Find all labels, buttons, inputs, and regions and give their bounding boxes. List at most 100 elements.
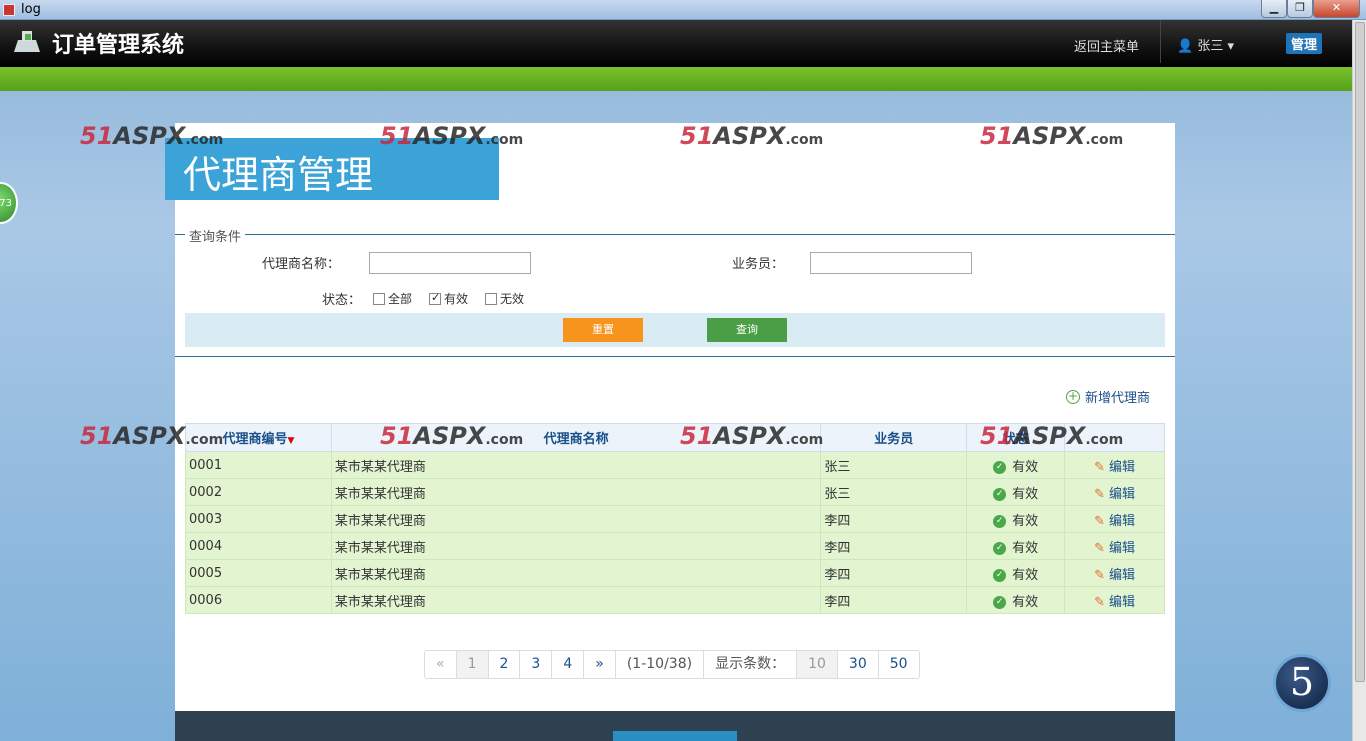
action-cell: ✎ 编辑 (1064, 505, 1165, 533)
status-cell: ✓ 有效 (966, 532, 1066, 560)
watermark: 51ASPX.com (980, 422, 1124, 450)
app-header: 订单管理系统 返回主菜单 👤 张三 ▾ 管理 (0, 20, 1352, 67)
watermark: 51ASPX.com (380, 122, 524, 150)
page-size-30-button[interactable]: 30 (838, 651, 879, 678)
caret-down-icon: ▾ (1227, 39, 1235, 54)
salesperson-cell: 张三 (820, 478, 968, 506)
action-cell: ✎ 编辑 (1064, 586, 1165, 614)
watermark: 51ASPX.com (680, 122, 824, 150)
vertical-scrollbar[interactable] (1352, 20, 1366, 741)
status-cell: ✓ 有效 (966, 559, 1066, 587)
check-circle-icon: ✓ (993, 568, 1007, 582)
admin-button[interactable]: 管理 (1286, 33, 1323, 54)
action-cell: ✎ 编辑 (1064, 532, 1165, 560)
status-invalid-checkbox[interactable]: 无效 (485, 290, 524, 307)
criteria-divider (175, 234, 1175, 235)
add-agent-label: 新增代理商 (1085, 391, 1151, 406)
checkbox-box[interactable] (373, 292, 385, 305)
side-floating-badge[interactable]: 73 (0, 182, 18, 224)
watermark: 51ASPX.com (380, 422, 524, 450)
next-page-button[interactable]: » (584, 651, 616, 678)
agent-code-cell: 0006 (185, 586, 332, 614)
checkbox-box[interactable] (485, 292, 497, 305)
page-range-info: (1-10/38) (616, 651, 705, 678)
window-titlebar: log ▁ ❐ ✕ (0, 0, 1366, 20)
header-divider (1160, 20, 1161, 63)
search-button[interactable]: 查询 (707, 318, 787, 342)
prev-page-button[interactable]: « (425, 651, 457, 678)
page-size-50-button[interactable]: 50 (879, 651, 919, 678)
table-row: 0004 某市某某代理商 李四 ✓ 有效 ✎ 编辑 (185, 532, 1165, 560)
agent-name-cell: 某市某某代理商 (330, 532, 822, 560)
checkbox-label: 全部 (388, 292, 413, 306)
page-footer (175, 711, 1175, 741)
table-row: 0005 某市某某代理商 李四 ✓ 有效 ✎ 编辑 (185, 559, 1165, 587)
green-accent-bar (0, 67, 1352, 91)
floating-badge[interactable]: 5 (1273, 654, 1331, 712)
user-menu[interactable]: 👤 张三 ▾ (1177, 35, 1234, 54)
column-header-salesperson[interactable]: 业务员 (820, 423, 968, 452)
check-circle-icon: ✓ (993, 460, 1007, 474)
agent-code-cell: 0005 (185, 559, 332, 587)
salesperson-cell: 李四 (820, 586, 968, 614)
user-name: 张三 (1197, 39, 1224, 54)
agent-name-cell: 某市某某代理商 (330, 586, 822, 614)
status-text: 有效 (1012, 594, 1039, 610)
footer-tab (613, 731, 737, 741)
pencil-icon: ✎ (1094, 486, 1105, 502)
scrollbar-thumb[interactable] (1355, 22, 1365, 682)
page-button-2[interactable]: 2 (489, 651, 521, 678)
salesperson-input[interactable] (810, 252, 972, 274)
agent-name-cell: 某市某某代理商 (330, 451, 822, 479)
add-agent-link[interactable]: + 新增代理商 (1066, 387, 1150, 406)
user-icon: 👤 (1177, 39, 1194, 54)
status-all-checkbox[interactable]: 全部 (373, 290, 412, 307)
maximize-button[interactable]: ❐ (1287, 0, 1313, 18)
agent-name-label: 代理商名称： (262, 257, 341, 272)
agent-name-input[interactable] (369, 252, 531, 274)
edit-link[interactable]: 编辑 (1109, 568, 1135, 583)
edit-link[interactable]: 编辑 (1109, 595, 1135, 610)
pencil-icon: ✎ (1094, 567, 1105, 583)
agent-name-cell: 某市某某代理商 (330, 505, 822, 533)
edit-link[interactable]: 编辑 (1109, 487, 1135, 502)
app-window-icon (3, 4, 15, 16)
checkbox-box[interactable] (429, 291, 441, 305)
button-bar (185, 313, 1165, 347)
table-row: 0002 某市某某代理商 张三 ✓ 有效 ✎ 编辑 (185, 478, 1165, 506)
watermark: 51ASPX.com (680, 422, 824, 450)
criteria-legend: 查询条件 (185, 226, 246, 245)
close-button[interactable]: ✕ (1313, 0, 1360, 18)
status-text: 有效 (1012, 540, 1039, 556)
status-text: 有效 (1012, 459, 1039, 475)
page-button-1[interactable]: 1 (456, 651, 489, 678)
sort-desc-icon: ▼ (287, 436, 295, 446)
status-valid-checkbox[interactable]: 有效 (429, 290, 468, 307)
action-cell: ✎ 编辑 (1064, 559, 1165, 587)
salesperson-label: 业务员： (732, 257, 785, 272)
status-text: 有效 (1012, 486, 1039, 502)
status-label: 状态： (322, 293, 362, 308)
criteria-bottom-divider (175, 356, 1175, 357)
minimize-button[interactable]: ▁ (1261, 0, 1287, 18)
page-size-label: 显示条数： (704, 651, 798, 678)
pencil-icon: ✎ (1094, 459, 1105, 475)
page-button-3[interactable]: 3 (520, 651, 553, 678)
check-circle-icon: ✓ (993, 541, 1007, 555)
salesperson-cell: 李四 (820, 505, 968, 533)
table-row: 0001 某市某某代理商 张三 ✓ 有效 ✎ 编辑 (185, 451, 1165, 479)
page-button-4[interactable]: 4 (552, 651, 585, 678)
header-label: 代理商编号 (222, 432, 288, 447)
action-cell: ✎ 编辑 (1064, 478, 1165, 506)
action-cell: ✎ 编辑 (1064, 451, 1165, 479)
logo-icon (14, 31, 40, 52)
checkbox-label: 无效 (500, 292, 525, 306)
status-cell: ✓ 有效 (966, 478, 1066, 506)
page-size-10-button[interactable]: 10 (797, 651, 838, 678)
edit-link[interactable]: 编辑 (1109, 541, 1135, 556)
edit-link[interactable]: 编辑 (1109, 514, 1135, 529)
app-title: 订单管理系统 (52, 33, 185, 58)
reset-button[interactable]: 重置 (563, 318, 643, 342)
back-to-main-menu-link[interactable]: 返回主菜单 (1074, 36, 1139, 55)
edit-link[interactable]: 编辑 (1109, 460, 1135, 475)
